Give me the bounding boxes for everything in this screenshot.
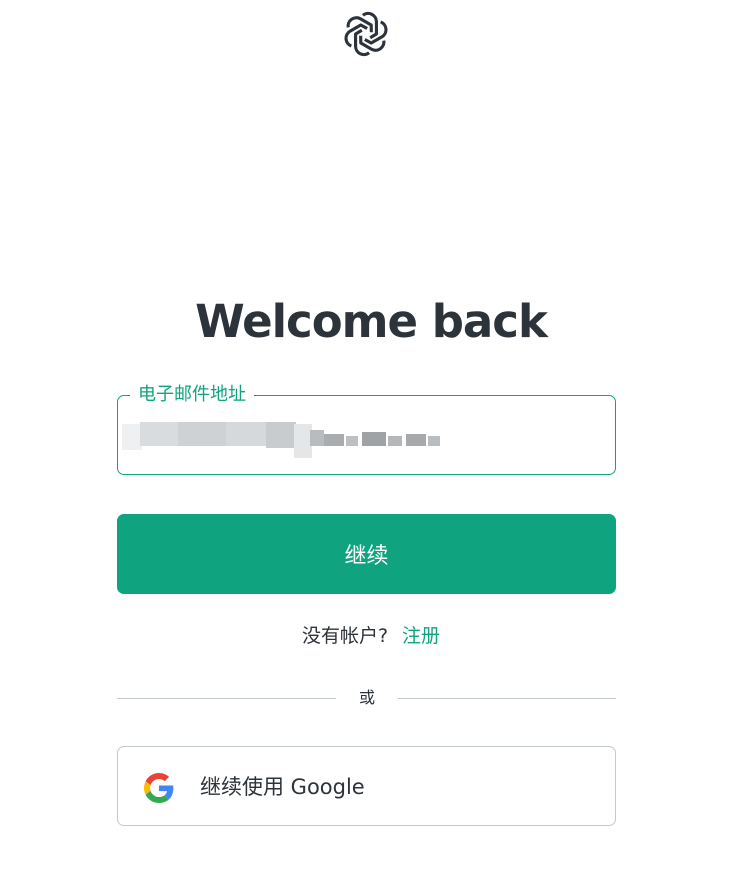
- divider-line-left: [117, 698, 336, 699]
- login-page: Welcome back 电子邮件地址 继续 没有帐户? 注册 或 继续使用 G…: [0, 0, 742, 895]
- continue-with-google-button[interactable]: 继续使用 Google: [117, 746, 616, 826]
- email-label: 电子邮件地址: [130, 382, 254, 408]
- google-button-label: 继续使用 Google: [200, 775, 365, 799]
- page-title: Welcome back: [195, 295, 548, 348]
- continue-button[interactable]: 继续: [117, 514, 616, 594]
- divider-line-right: [398, 698, 616, 699]
- or-divider: 或: [117, 686, 616, 710]
- email-field[interactable]: 电子邮件地址: [117, 382, 616, 475]
- google-icon: [144, 773, 174, 803]
- divider-label: 或: [358, 688, 375, 707]
- signup-link[interactable]: 注册: [402, 625, 440, 647]
- email-input[interactable]: [136, 418, 596, 458]
- signup-prompt: 没有帐户? 注册: [0, 621, 742, 651]
- openai-logo-icon: [341, 9, 391, 59]
- signup-question: 没有帐户?: [301, 625, 389, 647]
